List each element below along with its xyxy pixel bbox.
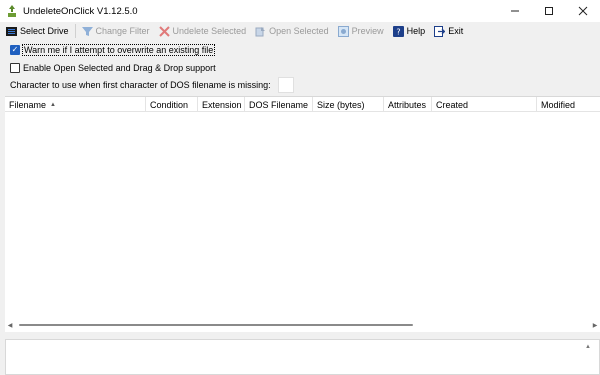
open-selected-label: Open Selected <box>269 26 329 36</box>
warn-overwrite-label: Warn me if I attempt to overwrite an exi… <box>21 44 216 56</box>
red-x-icon <box>158 25 170 37</box>
dos-char-option: Character to use when first character of… <box>10 77 294 93</box>
scroll-track[interactable] <box>15 318 590 332</box>
options-panel: ✓ Warn me if I attempt to overwrite an e… <box>0 40 600 96</box>
horizontal-scrollbar[interactable]: ◀ ▶ <box>5 318 600 332</box>
log-pane[interactable]: ▲ <box>5 339 600 375</box>
warn-overwrite-option[interactable]: ✓ Warn me if I attempt to overwrite an e… <box>10 43 216 57</box>
help-label: Help <box>406 26 426 36</box>
title-bar: UndeleteOnClick V1.12.5.0 <box>0 0 600 22</box>
file-list[interactable]: Filename ▲ Condition Extension DOS Filen… <box>5 96 600 332</box>
column-header-condition[interactable]: Condition <box>146 97 198 112</box>
undelete-selected-button[interactable]: Undelete Selected <box>158 23 247 39</box>
open-file-icon <box>255 26 266 37</box>
scroll-right-icon[interactable]: ▶ <box>590 322 600 329</box>
scroll-up-icon[interactable]: ▲ <box>585 344 591 350</box>
enable-open-drag-label: Enable Open Selected and Drag & Drop sup… <box>23 63 216 73</box>
column-header-extension[interactable]: Extension <box>198 97 245 112</box>
close-button[interactable] <box>566 0 600 22</box>
scroll-left-icon[interactable]: ◀ <box>5 322 15 329</box>
enable-open-drag-checkbox[interactable] <box>10 63 20 73</box>
warn-overwrite-checkbox[interactable]: ✓ <box>10 45 20 55</box>
toolbar: Select Drive Change Filter Undelete Sele… <box>0 22 600 40</box>
exit-button[interactable]: Exit <box>434 23 463 39</box>
change-filter-label: Change Filter <box>95 26 150 36</box>
svg-text:?: ? <box>396 27 400 36</box>
column-header-attributes[interactable]: Attributes <box>384 97 432 112</box>
recycle-app-icon <box>7 5 17 17</box>
undelete-selected-label: Undelete Selected <box>172 26 247 36</box>
column-header-modified[interactable]: Modified <box>537 97 600 112</box>
minimize-button[interactable] <box>498 0 532 22</box>
preview-icon <box>337 25 349 37</box>
column-header-created[interactable]: Created <box>432 97 537 112</box>
preview-button[interactable]: Preview <box>337 23 384 39</box>
enable-open-drag-option[interactable]: Enable Open Selected and Drag & Drop sup… <box>10 61 216 75</box>
dos-char-label: Character to use when first character of… <box>10 80 271 90</box>
column-header-dos-filename[interactable]: DOS Filename <box>245 97 313 112</box>
preview-label: Preview <box>351 26 384 36</box>
drive-list-icon <box>6 26 17 37</box>
column-header-size[interactable]: Size (bytes) <box>313 97 384 112</box>
column-header-filename[interactable]: Filename ▲ <box>5 97 146 112</box>
dos-char-input[interactable] <box>277 77 294 93</box>
scroll-thumb[interactable] <box>19 324 413 326</box>
change-filter-button[interactable]: Change Filter <box>81 23 150 39</box>
maximize-button[interactable] <box>532 0 566 22</box>
toolbar-separator <box>74 24 76 38</box>
sort-ascending-icon: ▲ <box>50 101 56 108</box>
window-title: UndeleteOnClick V1.12.5.0 <box>23 5 138 17</box>
select-drive-label: Select Drive <box>20 26 69 36</box>
help-icon: ? <box>392 25 404 37</box>
filter-icon <box>81 26 93 37</box>
select-drive-button[interactable]: Select Drive <box>6 23 69 39</box>
exit-icon <box>434 25 446 37</box>
open-selected-button[interactable]: Open Selected <box>255 23 329 39</box>
column-headers: Filename ▲ Condition Extension DOS Filen… <box>5 97 600 112</box>
help-button[interactable]: ? Help <box>392 23 426 39</box>
exit-label: Exit <box>448 26 464 36</box>
